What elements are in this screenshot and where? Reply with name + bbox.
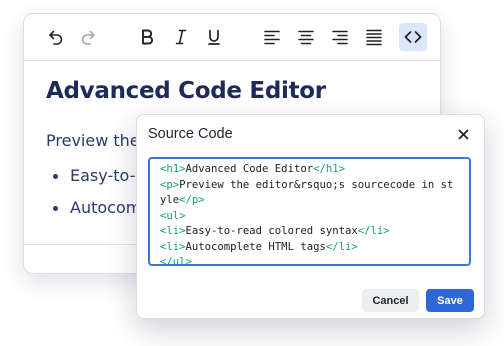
- list-item-text: Easy-to-: [70, 166, 136, 185]
- align-left-button[interactable]: [258, 23, 286, 51]
- dialog-title: Source Code: [148, 126, 233, 142]
- content-list: Easy-to- Autocom: [46, 166, 141, 230]
- code-line: <p>Preview the editor&rsquo;s sourcecode…: [160, 178, 459, 209]
- close-button[interactable]: [456, 127, 470, 141]
- code-tag: <p>: [160, 178, 180, 191]
- list-item: Autocom: [46, 198, 141, 230]
- code-line: </ul>: [160, 255, 459, 266]
- align-left-icon: [264, 30, 280, 45]
- align-center-button[interactable]: [292, 23, 320, 51]
- code-line: <li>Easy-to-read colored syntax</li>: [160, 224, 459, 240]
- code-text: Easy-to-read colored syntax: [185, 225, 358, 237]
- editor-content[interactable]: Advanced Code Editor Preview the Easy-to…: [46, 78, 440, 217]
- code-tag: </li>: [357, 225, 390, 237]
- align-right-icon: [332, 30, 348, 45]
- code-tag: <li>: [160, 225, 186, 237]
- code-tag: </li>: [325, 240, 358, 253]
- code-tag: <li>: [160, 240, 186, 253]
- bold-button[interactable]: [133, 23, 161, 51]
- list-item: Easy-to-: [46, 166, 141, 198]
- source-code-icon: [404, 31, 422, 43]
- stage: Advanced Code Editor Preview the Easy-to…: [0, 0, 504, 346]
- source-code-button[interactable]: [399, 23, 427, 51]
- code-text: Advanced Code Editor: [185, 163, 314, 175]
- justify-button[interactable]: [360, 23, 388, 51]
- italic-button[interactable]: [167, 23, 195, 51]
- source-code-dialog: Source Code <h1>Advanced Code Editor</h1…: [136, 114, 485, 319]
- code-text: Autocomplete HTML tags: [185, 240, 326, 253]
- underline-button[interactable]: [200, 23, 228, 51]
- bold-icon: [142, 29, 153, 45]
- undo-button[interactable]: [41, 23, 69, 51]
- code-tag: <ul>: [160, 209, 186, 222]
- content-heading: Advanced Code Editor: [46, 78, 326, 104]
- source-code-textarea[interactable]: <h1>Advanced Code Editor</h1> <p>Preview…: [148, 157, 471, 266]
- justify-icon: [366, 29, 382, 46]
- cancel-button[interactable]: Cancel: [362, 289, 419, 312]
- code-line: <h1>Advanced Code Editor</h1>: [160, 162, 459, 178]
- save-button[interactable]: Save: [426, 289, 474, 312]
- code-tag: </h1>: [313, 163, 345, 175]
- underline-icon: [208, 29, 220, 45]
- align-right-button[interactable]: [326, 23, 354, 51]
- editor-toolbar: [24, 14, 440, 61]
- redo-button[interactable]: [75, 23, 103, 51]
- content-paragraph: Preview the: [46, 131, 140, 150]
- close-icon: [458, 129, 468, 139]
- redo-icon: [81, 30, 95, 45]
- bullet-icon: [53, 174, 58, 179]
- bullet-icon: [53, 206, 58, 211]
- code-line: <ul>: [160, 209, 459, 225]
- code-tag: </p>: [179, 194, 205, 206]
- code-tag: <h1>: [160, 163, 186, 175]
- code-tag: </ul>: [160, 256, 192, 266]
- align-center-icon: [298, 30, 314, 45]
- undo-icon: [49, 30, 63, 45]
- list-item-text: Autocom: [70, 198, 142, 217]
- italic-icon: [175, 29, 187, 45]
- code-line: <li>Autocomplete HTML tags</li>: [160, 240, 459, 256]
